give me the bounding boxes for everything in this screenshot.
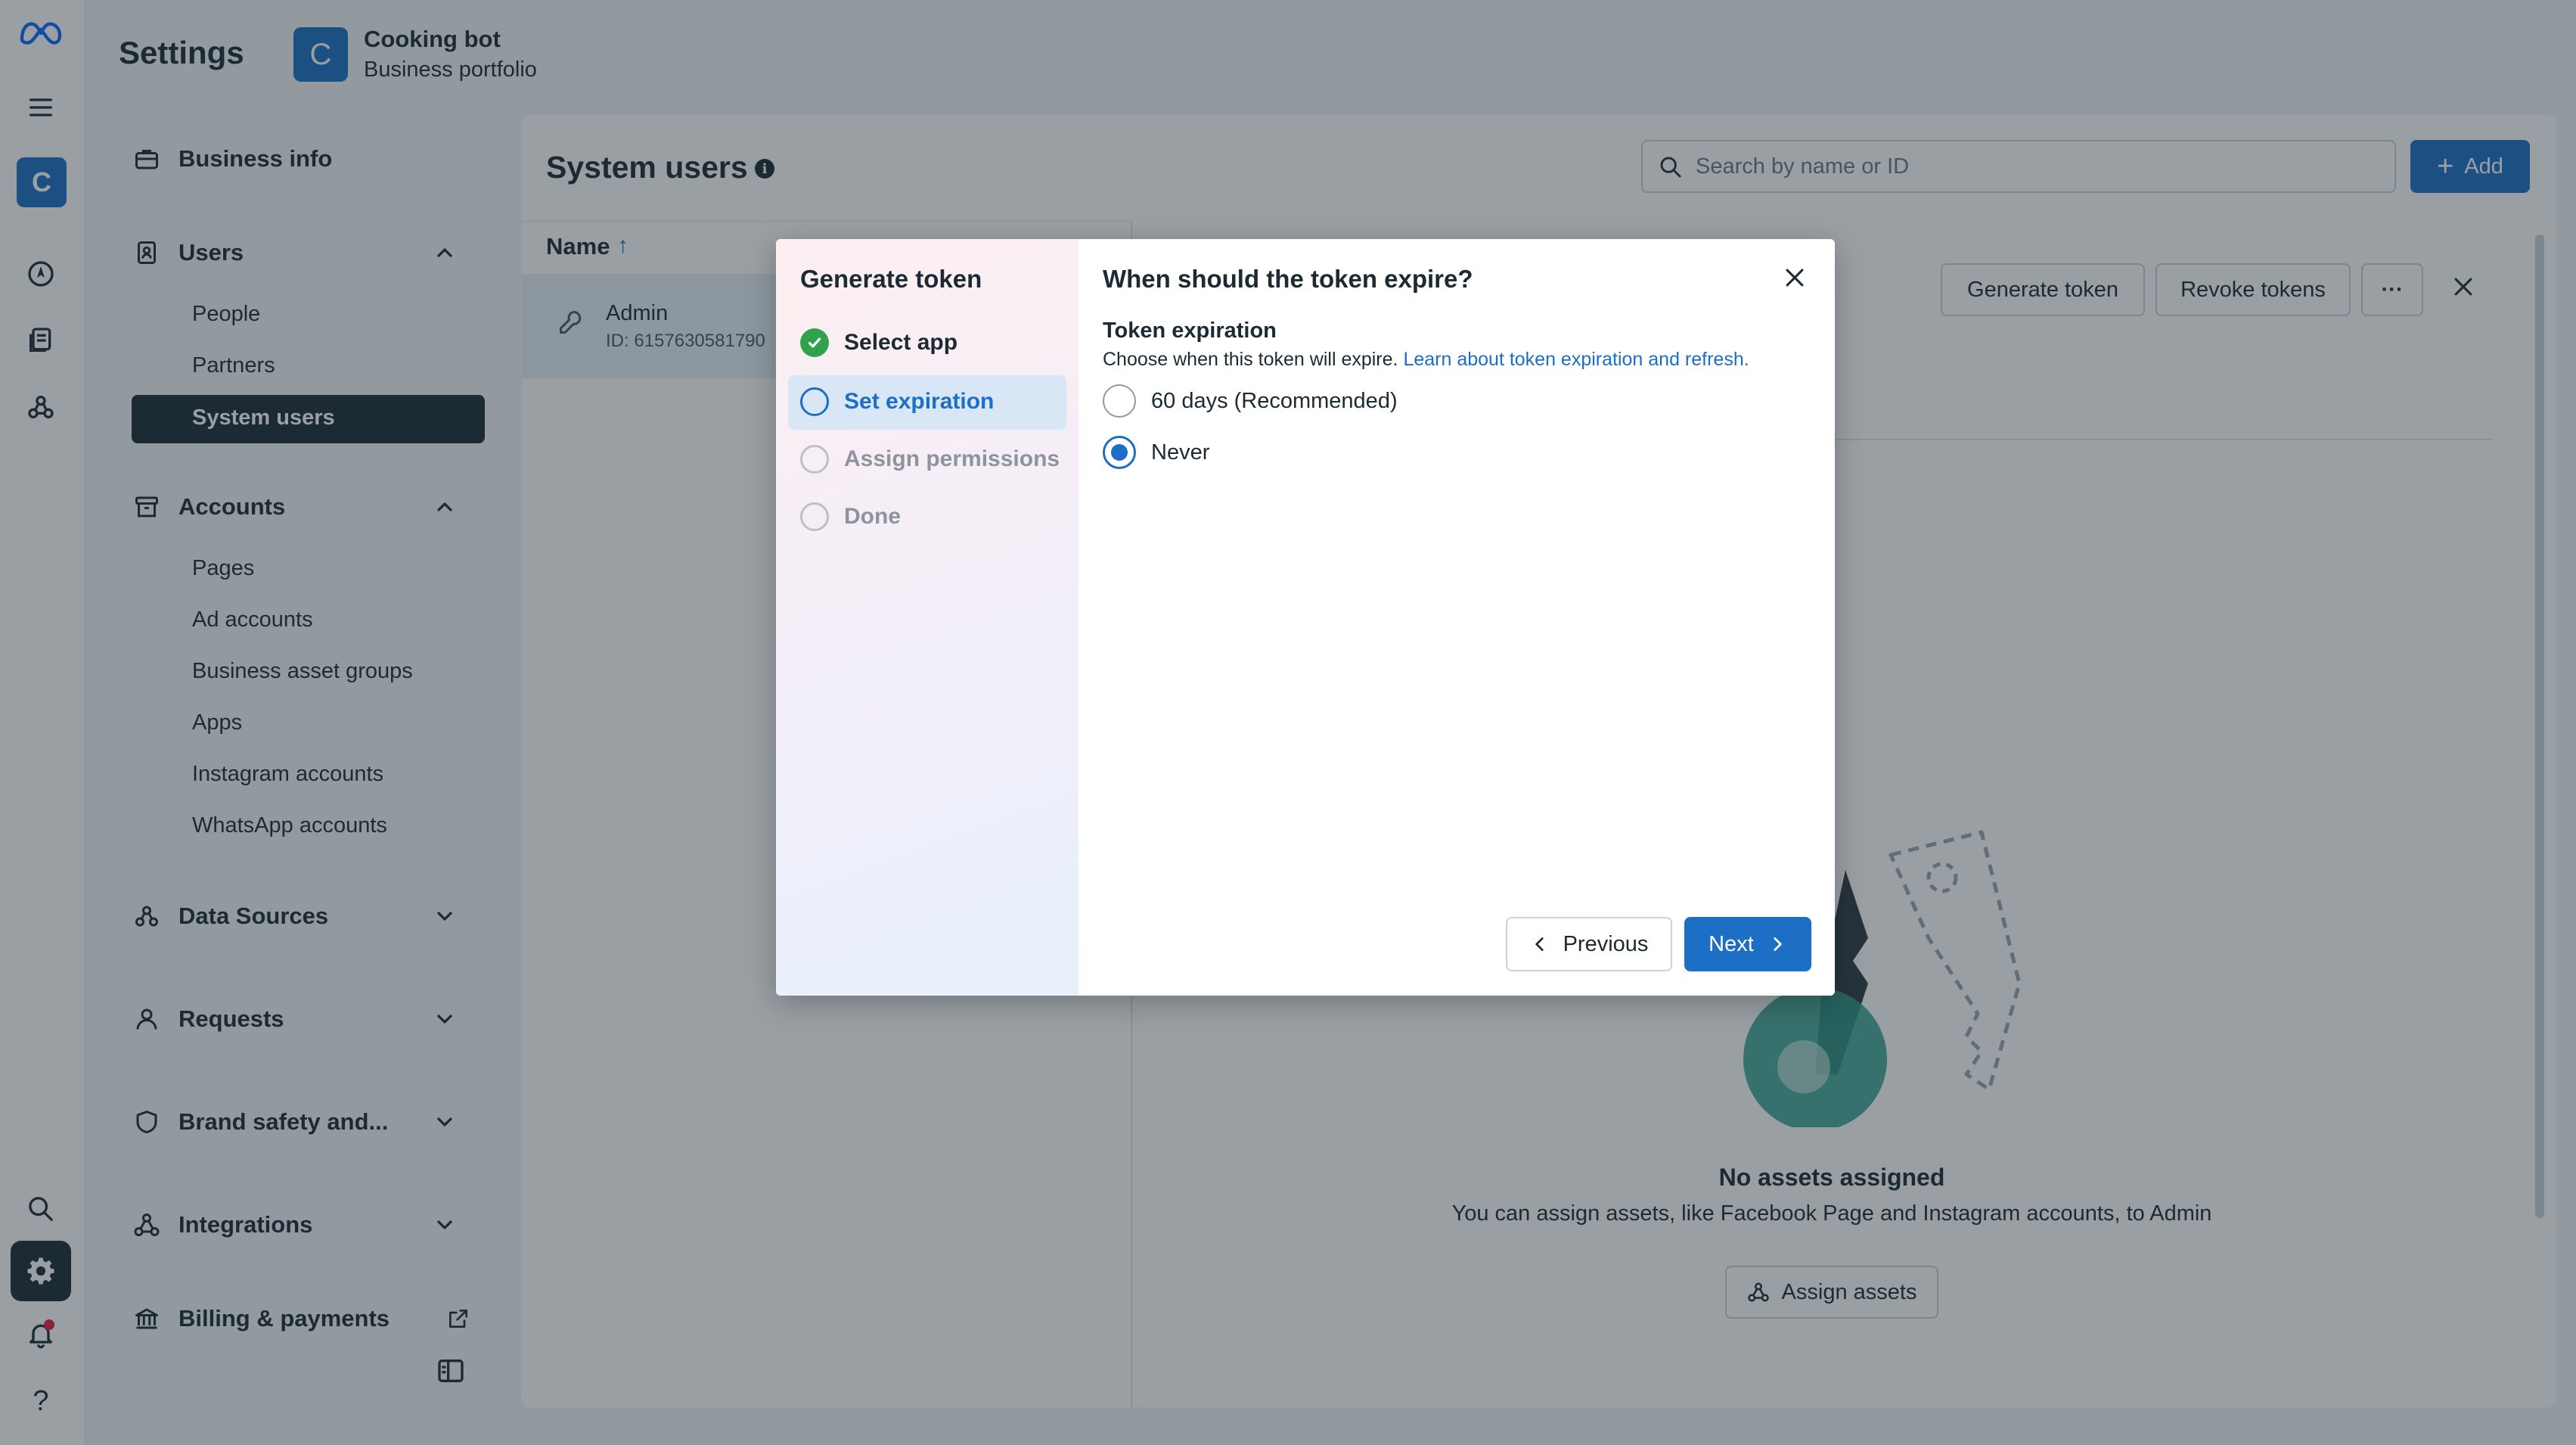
option-label: 60 days (Recommended) bbox=[1151, 388, 1398, 413]
dialog-content: When should the token expire? Token expi… bbox=[1079, 239, 1835, 996]
next-button[interactable]: Next bbox=[1684, 917, 1811, 971]
option-60-days[interactable]: 60 days (Recommended) bbox=[1103, 384, 1398, 418]
step-done: Done bbox=[800, 502, 901, 531]
dialog-title: When should the token expire? bbox=[1103, 265, 1473, 293]
chevron-left-icon bbox=[1535, 937, 1544, 951]
step-select-app[interactable]: Select app bbox=[800, 328, 957, 357]
step-set-expiration[interactable]: Set expiration bbox=[800, 387, 994, 416]
check-icon bbox=[800, 328, 829, 357]
step-label: Done bbox=[844, 504, 901, 529]
step-label: Assign permissions bbox=[844, 446, 1060, 471]
step-pending-circle-icon bbox=[800, 445, 829, 474]
option-label: Never bbox=[1151, 440, 1210, 465]
dialog-steps-sidebar: Generate token Select app Set expiration… bbox=[776, 239, 1079, 996]
generate-token-dialog: Generate token Select app Set expiration… bbox=[776, 239, 1835, 996]
radio-button[interactable] bbox=[1103, 384, 1136, 418]
chevron-right-icon bbox=[1774, 937, 1782, 951]
step-label: Select app bbox=[844, 330, 958, 355]
next-label: Next bbox=[1709, 931, 1754, 956]
radio-button-selected[interactable] bbox=[1103, 436, 1136, 469]
field-label: Token expiration bbox=[1103, 319, 1277, 343]
step-active-circle-icon bbox=[800, 387, 829, 416]
option-never[interactable]: Never bbox=[1103, 436, 1209, 469]
step-pending-circle-icon bbox=[800, 502, 829, 531]
close-icon[interactable] bbox=[1782, 265, 1808, 291]
step-assign-permissions: Assign permissions bbox=[800, 445, 1060, 474]
step-label: Set expiration bbox=[844, 389, 995, 414]
token-expiration-link[interactable]: Learn about token expiration and refresh… bbox=[1403, 349, 1749, 370]
previous-label: Previous bbox=[1563, 931, 1649, 956]
help-text: Choose when this token will expire. bbox=[1103, 349, 1398, 370]
dialog-sidebar-title: Generate token bbox=[800, 265, 982, 293]
field-help: Choose when this token will expire. Lear… bbox=[1103, 349, 1749, 371]
previous-button[interactable]: Previous bbox=[1506, 917, 1672, 971]
